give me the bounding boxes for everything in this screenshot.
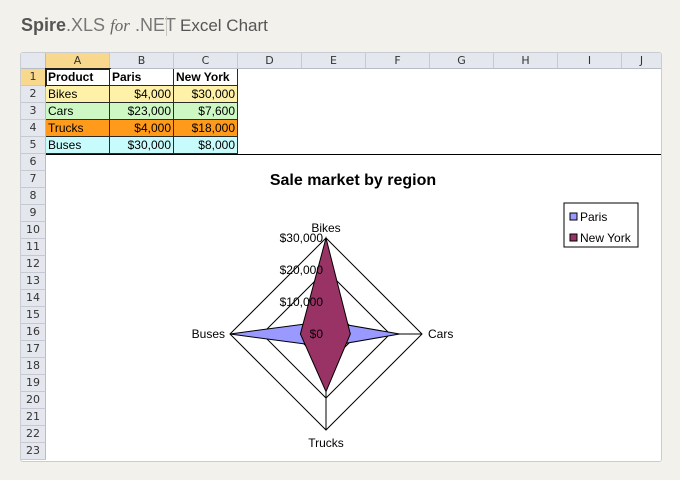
category-label-bikes: Bikes xyxy=(311,221,340,235)
row-header-3[interactable]: 3 xyxy=(21,103,46,120)
cell-a1[interactable]: Product xyxy=(45,68,111,87)
cell-c3[interactable]: $7,600 xyxy=(174,103,238,120)
axis-tick-label: $10,000 xyxy=(280,295,324,309)
cell-a3[interactable]: Cars xyxy=(46,103,110,120)
brand-product: .XLS xyxy=(66,15,106,35)
row-header-15[interactable]: 15 xyxy=(21,307,46,324)
category-label-cars: Cars xyxy=(428,327,453,341)
row-header-19[interactable]: 19 xyxy=(21,375,46,392)
row-header-7[interactable]: 7 xyxy=(21,171,46,188)
cell-c1[interactable]: New York xyxy=(174,69,238,86)
cell-a2[interactable]: Bikes xyxy=(46,86,110,103)
brand-platform: .NET xyxy=(134,15,176,35)
row-header-21[interactable]: 21 xyxy=(21,409,46,426)
select-all-corner[interactable] xyxy=(21,53,46,69)
radar-chart: Sale market by region$0$10,000$20,000$30… xyxy=(192,172,639,450)
cell-c5[interactable]: $8,000 xyxy=(174,137,238,154)
page-title: Excel Chart xyxy=(180,16,268,35)
row-header-17[interactable]: 17 xyxy=(21,341,46,358)
chart-area[interactable]: Sale market by region $0 $10,000 $20,000 $30… xyxy=(46,154,661,461)
row-header-12[interactable]: 12 xyxy=(21,256,46,273)
column-header-f[interactable]: F xyxy=(366,53,430,69)
column-header-b[interactable]: B xyxy=(110,53,174,69)
cell-b3[interactable]: $23,000 xyxy=(110,103,174,120)
row-header-18[interactable]: 18 xyxy=(21,358,46,375)
row-header-5[interactable]: 5 xyxy=(21,137,46,154)
row-header-23[interactable]: 23 xyxy=(21,443,46,460)
legend-swatch-0 xyxy=(569,212,578,221)
axis-tick-label: $0 xyxy=(310,327,324,341)
column-header-h[interactable]: H xyxy=(494,53,558,69)
chart-title: Sale market by region xyxy=(270,172,436,189)
row-header-22[interactable]: 22 xyxy=(21,426,46,443)
column-header-g[interactable]: G xyxy=(430,53,494,69)
row-header-20[interactable]: 20 xyxy=(21,392,46,409)
cell-b1[interactable]: Paris xyxy=(110,69,174,86)
cell-c4[interactable]: $18,000 xyxy=(174,120,238,137)
row-header-10[interactable]: 10 xyxy=(21,222,46,239)
row-header-14[interactable]: 14 xyxy=(21,290,46,307)
brand-logo: Spire.XLS for .NET xyxy=(21,15,176,36)
legend-label-0: Paris xyxy=(580,210,607,224)
column-header-a[interactable]: A xyxy=(46,53,110,69)
cell-b2[interactable]: $4,000 xyxy=(110,86,174,103)
row-header-11[interactable]: 11 xyxy=(21,239,46,256)
cell-c2[interactable]: $30,000 xyxy=(174,86,238,103)
brand-name: Spire xyxy=(21,15,67,35)
row-header-6[interactable]: 6 xyxy=(21,154,46,171)
row-header-8[interactable]: 8 xyxy=(21,188,46,205)
row-header-9[interactable]: 9 xyxy=(21,205,46,222)
column-header-c[interactable]: C xyxy=(174,53,238,69)
column-header-j[interactable]: J xyxy=(622,53,661,69)
header-divider xyxy=(166,16,167,36)
cell-b4[interactable]: $4,000 xyxy=(110,120,174,137)
spreadsheet: ABCDEFGHIJ 1 2 3 4 5 6 7 8 9 10 11 12 13 14 15 16 17 18 19… xyxy=(20,52,662,462)
column-header-i[interactable]: I xyxy=(558,53,622,69)
legend-swatch-1 xyxy=(569,233,578,242)
series-area-new-york xyxy=(299,236,351,393)
row-header-2[interactable]: 2 xyxy=(21,86,46,103)
category-label-trucks: Trucks xyxy=(308,436,344,450)
brand-for: for xyxy=(110,16,130,35)
row-header-16[interactable]: 16 xyxy=(21,324,46,341)
row-header-4[interactable]: 4 xyxy=(21,120,46,137)
axis-tick-label: $20,000 xyxy=(280,263,324,277)
cell-a5[interactable]: Buses xyxy=(46,137,110,154)
row-header-1[interactable]: 1 xyxy=(21,69,46,86)
page-header: Spire.XLS for .NET Excel Chart xyxy=(0,0,680,52)
cell-b5[interactable]: $30,000 xyxy=(110,137,174,154)
legend-label-1: New York xyxy=(580,231,632,245)
category-label-buses: Buses xyxy=(192,327,225,341)
cell-a4[interactable]: Trucks xyxy=(46,120,110,137)
row-header-13[interactable]: 13 xyxy=(21,273,46,290)
column-header-e[interactable]: E xyxy=(302,53,366,69)
column-header-d[interactable]: D xyxy=(238,53,302,69)
